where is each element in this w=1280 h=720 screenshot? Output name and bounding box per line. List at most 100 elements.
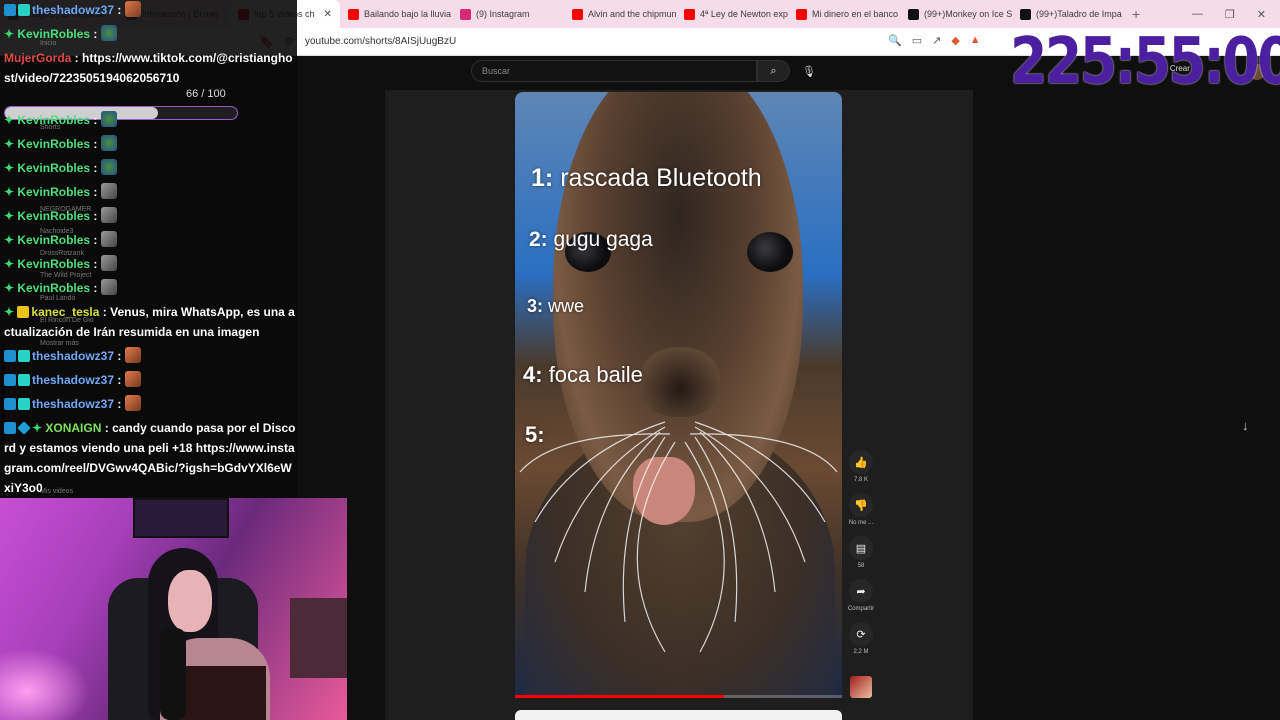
chat-separator: : [90,233,101,247]
chat-emote-icon [100,111,117,127]
close-icon[interactable]: ✕ [324,9,332,20]
browser-tab[interactable]: (9) Instagram [452,0,564,28]
neon-light [0,648,90,720]
chat-username[interactable]: KevinRobles [17,113,90,127]
remix-label: 2,2 M [853,649,869,655]
overlay-line-text: wwe [548,296,585,316]
chat-username[interactable]: KevinRobles [17,137,90,151]
dislike-label: No me ... [848,520,874,526]
browser-tab[interactable]: (99+)Monkey on Ice S [900,0,1012,28]
chat-separator: : [101,421,113,435]
overlay-line-number: 2: [529,228,554,251]
next-short-preview[interactable] [515,710,842,720]
overlay-line-text: rascada Bluetooth [560,164,762,192]
overlay-line-number: 4: [523,362,549,387]
share-button[interactable]: ➦ [849,579,873,603]
chat-username[interactable]: KevinRobles [17,209,90,223]
chat-separator: : [90,185,101,199]
chat-username[interactable]: theshadowz37 [32,3,114,17]
chat-username[interactable]: XONAIGN [45,421,101,435]
like-button[interactable]: 👍 [849,450,873,474]
chat-message: ✦ XONAIGN : candy cuando pasa por el Dis… [4,418,296,498]
prime-badge-icon [4,398,16,410]
chat-message: ✦ KevinRobles : [4,24,296,44]
browser-tab[interactable]: Mi dinero en el banco [788,0,900,28]
share-action: ➦ Compartir [845,579,877,612]
chat-username[interactable]: MujerGorda [4,51,71,65]
video-progress-bar[interactable] [515,695,842,698]
chat-username[interactable]: kanec_tesla [31,305,99,319]
comments-action: ▤ 58 [845,536,877,569]
chat-username[interactable]: KevinRobles [17,27,90,41]
chat-username[interactable]: KevinRobles [17,257,90,271]
minimize-icon[interactable]: — [1192,8,1203,21]
stream-chat: Mis videos Mostrar más El Rincón De Gio Pau… [0,0,297,498]
dislike-icon: 👎 [854,499,868,512]
streamer-face [168,570,212,632]
address-tools: 🔍 ▭ ↗ ◆ ▲ [888,34,981,47]
chat-message: ✦ KevinRobles : [4,254,296,274]
search-icon: ⌕ [770,64,777,77]
chat-message: MujerGorda : https://www.tiktok.com/@cri… [4,48,296,88]
dislike-action: 👎 No me ... [845,493,877,526]
comments-label: 58 [857,563,865,569]
chat-username[interactable]: theshadowz37 [32,373,114,387]
chat-message: ✦ KevinRobles : [4,134,296,154]
browser-tab[interactable]: 4ª Ley de Newton expl [676,0,788,28]
vip-badge-icon: ✦ [4,185,18,199]
browser-tab[interactable]: (99+)Taladro de Impa [1012,0,1122,28]
rewards-icon[interactable]: ▲ [970,34,981,47]
dislike-button[interactable]: 👎 [849,493,873,517]
audio-thumbnail[interactable] [850,676,872,698]
like-icon: 👍 [854,456,868,469]
chat-message: theshadowz37 : [4,370,296,390]
prime-badge-icon [4,350,16,362]
chat-emote-icon [124,395,141,411]
cast-icon[interactable]: ▭ [912,34,922,47]
chat-message: theshadowz37 : [4,0,296,20]
next-short-icon[interactable]: ↓ [1242,418,1249,433]
remix-button[interactable]: ⟳ [849,622,873,646]
chat-emote-icon [100,25,117,41]
vip-badge-icon: ✦ [4,137,18,151]
chat-message: theshadowz37 : [4,346,296,366]
share-label: Compartir [847,606,875,612]
chat-emote-icon [100,231,117,247]
chat-separator: : [114,3,125,17]
chat-username[interactable]: theshadowz37 [32,349,114,363]
browser-tab[interactable]: Alvin and the chipmun [564,0,676,28]
close-window-icon[interactable]: ✕ [1257,8,1266,21]
new-tab-button[interactable]: + [1122,6,1150,22]
tab-favicon-icon [572,8,583,20]
shorts-video[interactable]: 1: rascada Bluetooth 2: gugu gaga 3: wwe 4:… [515,92,842,698]
chat-username[interactable]: theshadowz37 [32,397,114,411]
restore-icon[interactable]: ❐ [1225,8,1235,21]
shelf [290,598,347,678]
shield-icon[interactable]: ◆ [951,34,959,47]
browser-tab[interactable]: Bailando bajo la lluvia [340,0,452,28]
vip-badge-icon: ✦ [4,161,18,175]
chat-username[interactable]: KevinRobles [17,161,90,175]
chat-username[interactable]: KevinRobles [17,185,90,199]
tab-label: Mi dinero en el banco [812,9,899,19]
chat-username[interactable]: KevinRobles [17,281,90,295]
chat-username[interactable]: KevinRobles [17,233,90,247]
zoom-icon[interactable]: 🔍 [888,34,902,47]
crown-badge-icon [17,306,30,318]
comments-button[interactable]: ▤ [849,536,873,560]
chat-emote-icon [100,279,117,295]
webcam-feed [0,498,347,720]
mic-icon: 🎙 [802,65,816,78]
search-button[interactable]: ⌕ [757,60,790,82]
chat-message: ✦ KevinRobles : [4,110,296,130]
voice-search-button[interactable]: 🎙 [800,62,818,80]
share-icon[interactable]: ↗ [932,34,941,47]
remix-action: ⟳ 2,2 M [845,622,877,655]
chat-separator: : [90,209,101,223]
sub-badge-icon [18,350,30,362]
gem-badge-icon [17,421,31,435]
chat-emote-icon [124,371,141,387]
window-controls: — ❐ ✕ [1192,8,1280,21]
url-field[interactable]: youtube.com/shorts/8AISjUugBzU [305,36,456,47]
search-input[interactable]: Buscar [471,60,757,82]
